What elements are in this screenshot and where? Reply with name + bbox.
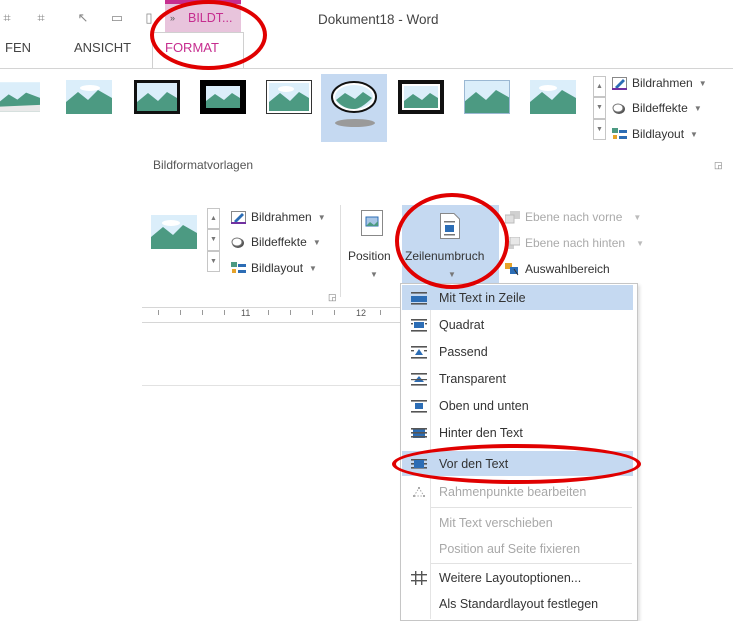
table-icon[interactable]: ⌗ xyxy=(0,11,14,25)
menu-separator xyxy=(431,507,632,508)
menu-item-top-and-bottom[interactable]: Oben und unten xyxy=(403,393,633,419)
menu-separator xyxy=(431,563,632,564)
style-thumbnail[interactable] xyxy=(398,80,444,114)
picture-effects-label-2: Bildeffekte xyxy=(251,235,307,249)
gallery-thumbnail-small[interactable] xyxy=(151,215,197,249)
menu-item-tight[interactable]: Passend xyxy=(403,339,633,365)
group-separator xyxy=(340,205,341,297)
position-dropdown-caret: ▼ xyxy=(370,270,378,279)
send-backward-label: Ebene nach hinten xyxy=(525,236,626,250)
gallery-scroll-down-small[interactable]: ▼ xyxy=(207,229,220,251)
context-tab-expand-icon: » xyxy=(170,13,176,23)
bring-forward-label: Ebene nach vorne xyxy=(525,210,623,224)
gallery-scroll-up-small[interactable]: ▲ xyxy=(207,208,220,229)
document-page-edge xyxy=(142,385,403,386)
wrap-text-icon xyxy=(440,213,460,239)
selection-pane-label: Auswahlbereich xyxy=(525,262,610,276)
menu-item-more-layout-options[interactable]: Weitere Layoutoptionen... xyxy=(403,565,633,591)
gallery-scroll-down[interactable]: ▼ xyxy=(593,97,606,119)
picture-layout-button-2[interactable]: Bildlayout ▼ xyxy=(231,261,317,275)
tab-view[interactable]: ANSICHT xyxy=(74,40,131,55)
picture-border-label: Bildrahmen xyxy=(632,76,693,90)
context-tab-label[interactable]: BILDT... xyxy=(188,11,232,25)
insert-table-icon[interactable]: ⌗ xyxy=(34,11,48,25)
tight-wrap-icon xyxy=(411,346,427,359)
menu-item-in-front-of-text[interactable]: Vor den Text xyxy=(403,451,633,477)
effects-icon xyxy=(231,237,244,248)
position-button[interactable]: Position ▼ xyxy=(346,207,398,287)
style-thumbnail[interactable] xyxy=(200,80,246,114)
gallery-scroll-up[interactable]: ▲ xyxy=(593,76,606,97)
menu-item-behind-text[interactable]: Hinter den Text xyxy=(403,420,633,446)
picture-layout-button[interactable]: Bildlayout ▼ xyxy=(612,127,698,141)
in-front-text-icon xyxy=(411,459,427,469)
selection-pane-icon xyxy=(505,262,519,275)
wrap-text-label: Zeilenumbruch xyxy=(405,249,485,263)
layout-icon xyxy=(231,261,246,273)
selection-pane-button[interactable]: Auswahlbereich xyxy=(505,262,610,276)
style-thumbnail[interactable] xyxy=(530,80,576,114)
bring-forward-button[interactable]: Ebene nach vorne ▼ xyxy=(505,210,641,224)
group-label-picture-styles: Bildformatvorlagen xyxy=(153,158,254,172)
inline-wrap-icon xyxy=(411,292,427,305)
style-thumbnail[interactable] xyxy=(0,80,40,114)
menu-item-fix-position[interactable]: Position auf Seite fixieren xyxy=(403,536,633,562)
pencil-frame-icon xyxy=(231,210,246,224)
style-thumbnail[interactable] xyxy=(134,80,180,114)
style-thumbnail[interactable] xyxy=(464,80,510,114)
menu-item-set-as-default[interactable]: Als Standardlayout festlegen xyxy=(403,591,633,617)
dialog-launcher-icon[interactable]: ◲ xyxy=(328,292,337,303)
picture-layout-label: Bildlayout xyxy=(632,127,685,141)
picture-effects-label: Bildeffekte xyxy=(632,101,688,115)
send-backward-icon xyxy=(505,236,520,249)
tab-format[interactable]: FORMAT xyxy=(165,40,219,55)
edit-wrap-points-icon xyxy=(413,487,425,497)
style-thumbnail-oval[interactable] xyxy=(331,80,377,114)
effects-icon xyxy=(612,103,625,114)
dialog-launcher-icon[interactable]: ◲ xyxy=(714,160,723,171)
square-wrap-icon xyxy=(411,319,427,332)
menu-item-move-with-text[interactable]: Mit Text verschieben xyxy=(403,510,633,536)
ruler-label: 12 xyxy=(356,308,367,318)
pencil-frame-icon xyxy=(612,76,627,90)
ruler-label: 11 xyxy=(241,308,251,318)
through-wrap-icon xyxy=(411,373,427,386)
position-label: Position xyxy=(348,249,391,263)
menu-item-edit-wrap-points[interactable]: Rahmenpunkte bearbeiten xyxy=(403,479,633,505)
window-title: Dokument18 - Word xyxy=(318,12,439,27)
picture-border-button[interactable]: Bildrahmen ▼ xyxy=(612,76,707,90)
picture-border-label-2: Bildrahmen xyxy=(251,210,312,224)
bring-forward-icon xyxy=(505,210,520,223)
layers-icon[interactable]: ▯ xyxy=(142,11,156,25)
more-layout-icon xyxy=(411,571,427,585)
layout-icon xyxy=(612,127,627,139)
style-thumbnail[interactable] xyxy=(66,80,112,114)
menu-item-inline-with-text[interactable]: Mit Text in Zeile xyxy=(403,285,633,311)
gallery-more-small[interactable]: ▼ xyxy=(207,251,220,272)
tab-references[interactable]: FEN xyxy=(5,40,31,55)
send-backward-button[interactable]: Ebene nach hinten ▼ xyxy=(505,236,644,250)
pointer-icon[interactable]: ↖ xyxy=(76,11,90,25)
ribbon-divider xyxy=(0,68,733,69)
picture-effects-button-2[interactable]: Bildeffekte ▼ xyxy=(231,235,321,249)
style-thumbnail[interactable] xyxy=(266,80,312,114)
picture-layout-label-2: Bildlayout xyxy=(251,261,304,275)
menu-item-through[interactable]: Transparent xyxy=(403,366,633,392)
context-tab-bar xyxy=(165,0,241,4)
oval-shadow xyxy=(335,119,375,127)
shapes-icon[interactable]: ▭ xyxy=(110,11,124,25)
behind-text-icon xyxy=(411,428,427,438)
picture-border-button-2[interactable]: Bildrahmen ▼ xyxy=(231,210,326,224)
gallery-more[interactable]: ▼ xyxy=(593,119,606,140)
picture-effects-button[interactable]: Bildeffekte ▼ xyxy=(612,101,702,115)
position-icon xyxy=(361,210,383,236)
wrap-text-dropdown-caret: ▼ xyxy=(448,270,456,279)
menu-item-square[interactable]: Quadrat xyxy=(403,312,633,338)
wrap-text-button[interactable]: Zeilenumbruch ▼ xyxy=(402,205,499,285)
top-bottom-wrap-icon xyxy=(411,400,427,413)
